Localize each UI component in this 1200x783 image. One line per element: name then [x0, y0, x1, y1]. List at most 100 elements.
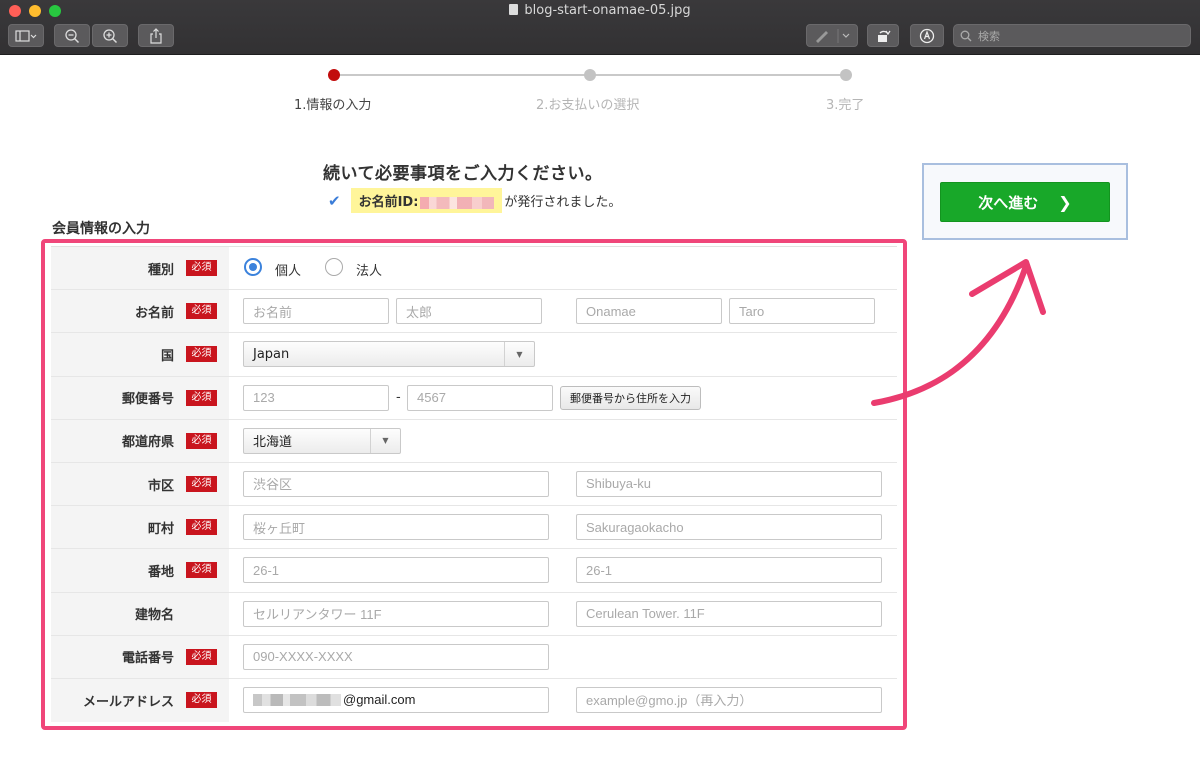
label-cell-name: お名前 必須	[51, 290, 229, 333]
required-badge: 必須	[186, 346, 217, 363]
pen-icon	[816, 28, 850, 43]
member-info-form: 種別 必須 個人 法人 お名前 必須 お名前 太郎 Onamae Taro 国 …	[51, 246, 897, 723]
sidebar-toggle-button[interactable]	[8, 24, 44, 47]
required-badge: 必須	[186, 519, 217, 536]
search-field[interactable]: 検索	[953, 24, 1191, 47]
step-dot-1	[328, 69, 340, 81]
next-button-highlight: 次へ進む ❯	[922, 163, 1128, 240]
country-select[interactable]: Japan ▼	[243, 341, 535, 368]
rotate-icon	[878, 30, 891, 42]
label-cell-zip: 郵便番号 必須	[51, 376, 229, 419]
label-address: 番地	[147, 564, 174, 580]
required-badge: 必須	[186, 303, 217, 320]
search-placeholder: 検索	[978, 29, 1000, 43]
share-button[interactable]	[138, 24, 174, 47]
first-name-input[interactable]: 太郎	[396, 298, 542, 325]
email-confirm-input[interactable]: example@gmo.jp（再入力）	[576, 686, 882, 713]
id-issued-suffix: が発行されました。	[504, 195, 622, 210]
label-city: 市区	[147, 478, 174, 494]
form-row-country: 国 必須 Japan ▼	[51, 333, 897, 377]
zip-second-input[interactable]: 4567	[407, 384, 553, 411]
share-icon	[150, 27, 162, 44]
rotate-button[interactable]	[867, 24, 899, 47]
zoom-in-icon	[103, 28, 118, 43]
window-title: blog-start-onamae-05.jpg	[0, 3, 1200, 18]
form-row-prefecture: 都道府県 必須 北海道 ▼	[51, 419, 897, 463]
step-label-3: 3.完了	[826, 98, 865, 113]
town-input[interactable]: 桜ヶ丘町	[243, 514, 549, 541]
section-title: 会員情報の入力	[52, 221, 150, 237]
redacted-email-user	[253, 693, 341, 706]
label-cell-building: 建物名	[51, 592, 229, 635]
chevron-right-icon: ❯	[1058, 192, 1072, 212]
zip-lookup-button[interactable]: 郵便番号から住所を入力	[560, 385, 701, 410]
label-zip: 郵便番号	[121, 392, 174, 408]
radio-corporate-label[interactable]: 法人	[356, 260, 382, 279]
zip-first-input[interactable]: 123	[243, 384, 389, 411]
label-name: お名前	[134, 305, 174, 321]
sidebar-icon	[15, 29, 37, 42]
markup-toolbar-button[interactable]	[910, 24, 944, 47]
required-badge: 必須	[186, 389, 217, 406]
last-name-roman-input[interactable]: Onamae	[576, 298, 722, 325]
form-row-city: 市区 必須 渋谷区 Shibuya-ku	[51, 462, 897, 507]
city-input[interactable]: 渋谷区	[243, 470, 549, 497]
step-label-1: 1.情報の入力	[294, 98, 372, 113]
chevron-down-icon: ▼	[370, 428, 400, 453]
building-input[interactable]: セルリアンタワー 11F	[243, 600, 549, 627]
form-row-phone: 電話番号 必須 090-XXXX-XXXX	[51, 635, 897, 679]
label-cell-address: 番地 必須	[51, 549, 229, 592]
email-domain: @gmail.com	[343, 692, 416, 708]
label-cell-phone: 電話番号 必須	[51, 635, 229, 678]
zoom-in-button[interactable]	[92, 24, 128, 47]
label-town: 町村	[147, 521, 174, 537]
zip-separator: -	[396, 389, 401, 405]
form-row-zip: 郵便番号 必須 123 - 4567 郵便番号から住所を入力	[51, 376, 897, 420]
phone-input[interactable]: 090-XXXX-XXXX	[243, 643, 549, 670]
prefecture-select[interactable]: 北海道 ▼	[243, 427, 401, 454]
zoom-out-button[interactable]	[54, 24, 90, 47]
radio-corporate[interactable]	[325, 258, 343, 276]
id-highlight: お名前ID:	[350, 188, 503, 213]
town-roman-input[interactable]: Sakuragaokacho	[576, 514, 882, 541]
checkmark-icon: ✔	[328, 191, 341, 210]
step-label-2: 2.お支払いの選択	[536, 98, 640, 113]
city-roman-input[interactable]: Shibuya-ku	[576, 470, 882, 497]
form-row-type: 種別 必須 個人 法人	[51, 247, 897, 291]
label-prefecture: 都道府県	[121, 435, 174, 451]
label-cell-town: 町村 必須	[51, 506, 229, 549]
id-label: お名前ID:	[358, 195, 419, 210]
label-country: 国	[160, 348, 174, 364]
form-row-address: 番地 必須 26-1 26-1	[51, 549, 897, 593]
required-badge: 必須	[186, 432, 217, 449]
last-name-input[interactable]: お名前	[243, 298, 389, 325]
email-input[interactable]: @gmail.com	[243, 686, 549, 713]
redacted-id	[420, 196, 495, 209]
label-cell-country: 国 必須	[51, 333, 229, 376]
address-input[interactable]: 26-1	[243, 557, 549, 584]
address-roman-input[interactable]: 26-1	[576, 557, 882, 584]
search-icon	[960, 30, 972, 41]
step-dot-2	[584, 69, 596, 81]
required-badge-placeholder	[186, 606, 217, 622]
step-dot-3	[840, 69, 852, 81]
country-select-value: Japan	[253, 346, 290, 362]
markup-pen-button[interactable]	[806, 24, 858, 47]
label-cell-type: 種別 必須	[51, 247, 229, 290]
label-cell-prefecture: 都道府県 必須	[51, 419, 229, 462]
next-button-label: 次へ進む	[978, 193, 1039, 212]
first-name-roman-input[interactable]: Taro	[729, 298, 875, 325]
label-type: 種別	[147, 262, 174, 278]
form-row-name: お名前 必須 お名前 太郎 Onamae Taro	[51, 290, 897, 334]
window-titlebar: blog-start-onamae-05.jpg 検索	[0, 0, 1200, 55]
required-badge: 必須	[186, 260, 217, 277]
building-roman-input[interactable]: Cerulean Tower. 11F	[576, 600, 882, 627]
required-badge: 必須	[186, 692, 217, 709]
label-cell-email: メールアドレス 必須	[51, 678, 229, 723]
label-building: 建物名	[134, 608, 174, 624]
next-button[interactable]: 次へ進む ❯	[940, 182, 1110, 222]
form-row-email: メールアドレス 必須 @gmail.com example@gmo.jp（再入力…	[51, 678, 897, 723]
radio-individual[interactable]	[244, 258, 262, 276]
form-row-building: 建物名 セルリアンタワー 11F Cerulean Tower. 11F	[51, 592, 897, 636]
radio-individual-label[interactable]: 個人	[275, 260, 301, 279]
